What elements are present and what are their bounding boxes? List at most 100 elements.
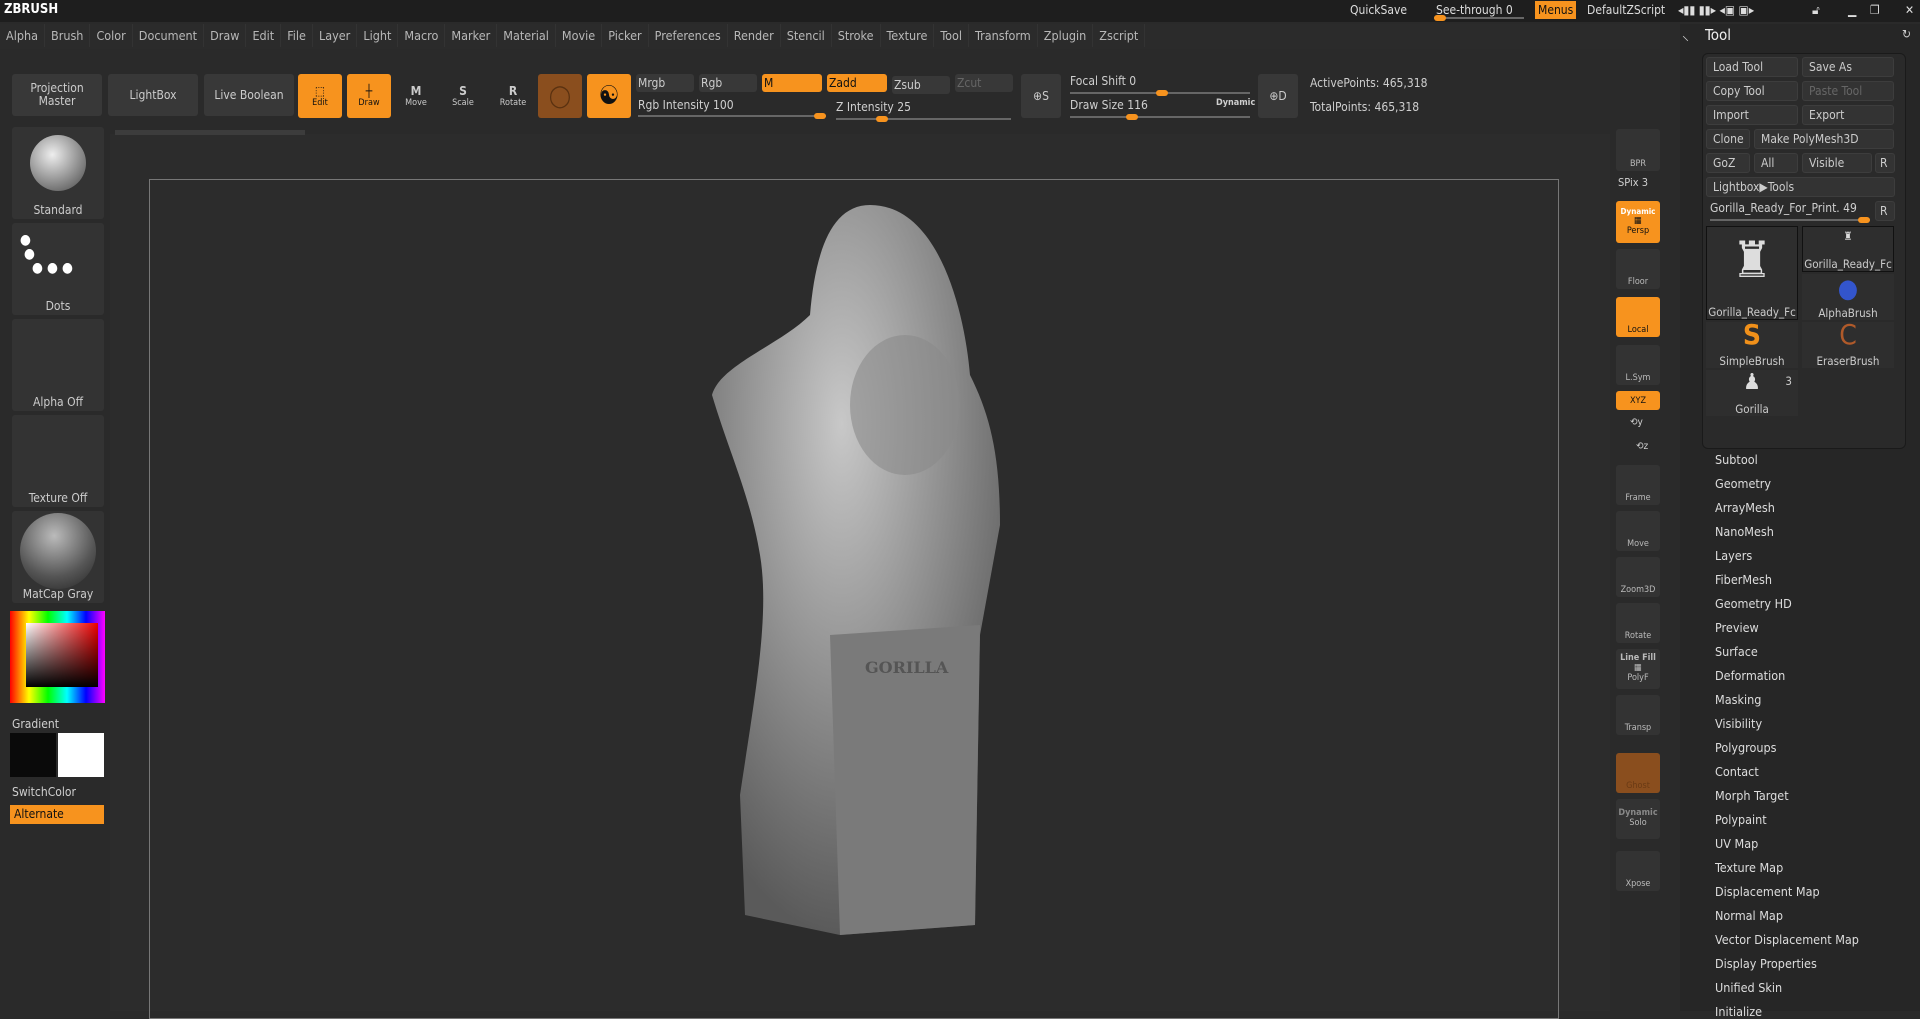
menu-marker[interactable]: Marker	[445, 24, 498, 47]
goz-r-button[interactable]: R	[1875, 153, 1895, 173]
menu-alpha[interactable]: Alpha	[0, 24, 45, 47]
rotate-button[interactable]: R Rotate	[492, 74, 534, 118]
zoom3d-button[interactable]: Zoom3D	[1616, 557, 1660, 597]
frame-button[interactable]: Frame	[1616, 465, 1660, 505]
menu-render[interactable]: Render	[728, 24, 781, 47]
primary-color-swatch[interactable]	[58, 733, 104, 777]
save-as-button[interactable]: Save As	[1802, 57, 1894, 77]
restore-icon[interactable]: ❐	[1870, 3, 1880, 17]
menus-toggle[interactable]: Menus	[1535, 1, 1577, 19]
subpalette-polygroups[interactable]: Polygroups	[1715, 740, 1777, 755]
floor-button[interactable]: Floor	[1616, 249, 1660, 289]
menu-movie[interactable]: Movie	[556, 24, 603, 47]
brush-selector[interactable]: Standard	[12, 127, 104, 219]
zbrush-mode-button[interactable]: ☯	[587, 74, 631, 118]
export-button[interactable]: Export	[1802, 105, 1894, 125]
default-zscript-button[interactable]: DefaultZScript	[1587, 3, 1665, 17]
z-rotate-icon[interactable]: ⟲z	[1636, 441, 1648, 452]
menu-texture[interactable]: Texture	[881, 24, 935, 47]
subpalette-deformation[interactable]: Deformation	[1715, 668, 1785, 683]
edit-button[interactable]: ⬚ Edit	[298, 74, 342, 118]
subpalette-fibermesh[interactable]: FiberMesh	[1715, 572, 1772, 587]
m-button[interactable]: M	[762, 74, 822, 92]
close-icon[interactable]: ✕	[1905, 3, 1914, 17]
minimize-icon[interactable]: ▁	[1848, 3, 1856, 17]
subpalette-unified-skin[interactable]: Unified Skin	[1715, 980, 1782, 995]
subpalette-subtool[interactable]: Subtool	[1715, 452, 1758, 467]
subpalette-geometry-hd[interactable]: Geometry HD	[1715, 596, 1792, 611]
tool-thumb-alphabrush[interactable]: ● AlphaBrush	[1802, 274, 1894, 320]
scale-button[interactable]: S Scale	[443, 74, 483, 118]
tool-thumb-eraserbrush[interactable]: C EraserBrush	[1802, 322, 1894, 368]
local-button[interactable]: Local	[1616, 297, 1660, 337]
xpose-button[interactable]: Xpose	[1616, 851, 1660, 891]
persp-button[interactable]: Dynamic ▦ Persp	[1616, 201, 1660, 243]
subpalette-layers[interactable]: Layers	[1715, 548, 1752, 563]
menu-file[interactable]: File	[281, 24, 313, 47]
tool-thumb-simplebrush[interactable]: S SimpleBrush	[1706, 322, 1798, 368]
texture-selector[interactable]: Texture Off	[12, 415, 104, 507]
polyf-button[interactable]: Line Fill ▦ PolyF	[1616, 649, 1660, 689]
subpalette-geometry[interactable]: Geometry	[1715, 476, 1771, 491]
subpalette-initialize[interactable]: Initialize	[1715, 1004, 1762, 1019]
menu-stencil[interactable]: Stencil	[781, 24, 832, 47]
dynamic-toggle[interactable]: Dynamic	[1216, 98, 1255, 108]
paste-tool-button[interactable]: Paste Tool	[1802, 81, 1894, 101]
copy-tool-button[interactable]: Copy Tool	[1706, 81, 1798, 101]
reset-icon[interactable]: ↻	[1902, 27, 1911, 41]
menu-brush[interactable]: Brush	[45, 24, 91, 47]
subpalette-polypaint[interactable]: Polypaint	[1715, 812, 1767, 827]
import-button[interactable]: Import	[1706, 105, 1798, 125]
subpalette-preview[interactable]: Preview	[1715, 620, 1759, 635]
rotate-view-button[interactable]: Rotate	[1616, 603, 1660, 643]
quicksave-button[interactable]: QuickSave	[1350, 3, 1407, 17]
menu-draw[interactable]: Draw	[204, 24, 247, 47]
projection-master-button[interactable]: Projection Master	[12, 74, 102, 116]
gradient-label[interactable]: Gradient	[12, 717, 59, 731]
draw-button[interactable]: ┼ Draw	[347, 74, 391, 118]
secondary-color-swatch[interactable]	[10, 733, 56, 777]
subpalette-normal-map[interactable]: Normal Map	[1715, 908, 1783, 923]
goz-visible-button[interactable]: Visible	[1802, 153, 1872, 173]
menu-light[interactable]: Light	[357, 24, 399, 47]
make-polymesh3d-button[interactable]: Make PolyMesh3D	[1754, 129, 1894, 149]
subpalette-arraymesh[interactable]: ArrayMesh	[1715, 500, 1775, 515]
rgb-intensity-slider[interactable]	[638, 113, 826, 119]
draw-size-slider[interactable]	[1070, 114, 1250, 120]
see-through-slider[interactable]: See-through 0	[1436, 3, 1513, 17]
menu-edit[interactable]: Edit	[246, 24, 282, 47]
stroke-selector[interactable]: ● ● ● ● ● Dots	[12, 223, 104, 315]
subpalette-texture-map[interactable]: Texture Map	[1715, 860, 1783, 875]
alpha-selector[interactable]: Alpha Off	[12, 319, 104, 411]
color-picker[interactable]	[10, 611, 105, 703]
solo-button[interactable]: Dynamic Solo	[1616, 799, 1660, 839]
lsym-button[interactable]: L.Sym	[1616, 345, 1660, 385]
subpalette-morph-target[interactable]: Morph Target	[1715, 788, 1789, 803]
lightbox-tools-button[interactable]: Lightbox▶Tools	[1706, 177, 1895, 197]
goz-all-button[interactable]: All	[1754, 153, 1798, 173]
move-button[interactable]: M Move	[396, 74, 436, 118]
subpalette-displacement-map[interactable]: Displacement Map	[1715, 884, 1820, 899]
bpr-button[interactable]: BPR	[1616, 129, 1660, 171]
subpalette-contact[interactable]: Contact	[1715, 764, 1759, 779]
y-rotate-icon[interactable]: ⟲y	[1630, 417, 1643, 428]
subpalette-surface[interactable]: Surface	[1715, 644, 1758, 659]
subpalette-masking[interactable]: Masking	[1715, 692, 1761, 707]
tool-pin-icon[interactable]: ⸜	[1682, 26, 1689, 45]
transp-button[interactable]: Transp	[1616, 695, 1660, 735]
lightbox-button[interactable]: LightBox	[108, 74, 198, 116]
zadd-button[interactable]: Zadd	[827, 74, 887, 92]
live-boolean-button[interactable]: Live Boolean	[204, 74, 294, 116]
menu-macro[interactable]: Macro	[398, 24, 446, 47]
menu-zscript[interactable]: Zscript	[1093, 24, 1146, 47]
switchcolor-button[interactable]: SwitchColor	[12, 785, 76, 799]
clone-button[interactable]: Clone	[1706, 129, 1750, 149]
subpalette-nanomesh[interactable]: NanoMesh	[1715, 524, 1774, 539]
tool-r-button[interactable]: R	[1875, 201, 1895, 221]
menu-picker[interactable]: Picker	[602, 24, 649, 47]
canvas-scrollbar[interactable]	[115, 130, 305, 135]
lazy-mouse-d-button[interactable]: ⊕D	[1258, 74, 1298, 118]
gorilla-model[interactable]: GORILLA	[700, 195, 1020, 945]
tool-thumb-gorilla[interactable]: ♟ 3 Gorilla	[1706, 370, 1798, 416]
lock-icon[interactable]: 🔓︎	[1812, 3, 1820, 18]
